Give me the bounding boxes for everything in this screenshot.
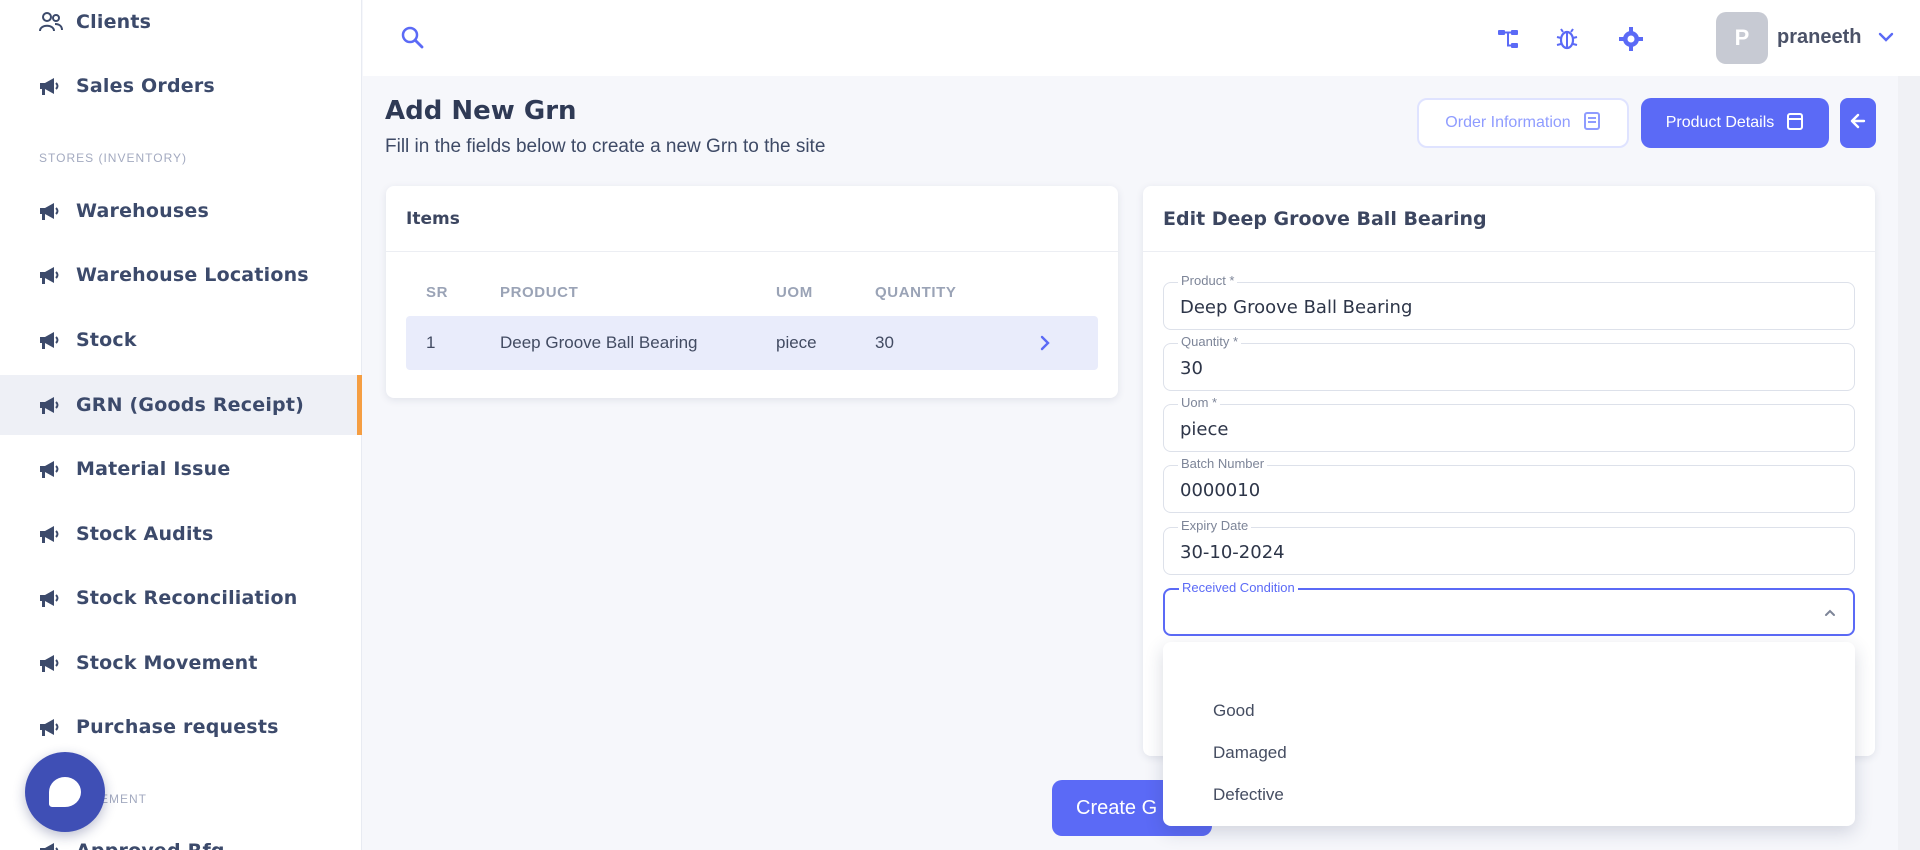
megaphone-icon [38, 329, 64, 351]
column-header-product: PRODUCT [500, 284, 579, 301]
received-condition-dropdown: Good Damaged Defective [1163, 642, 1855, 826]
back-button[interactable] [1840, 98, 1876, 148]
product-field-value: Deep Groove Ball Bearing [1180, 297, 1413, 318]
cell-uom: piece [776, 333, 817, 352]
gear-icon[interactable] [1614, 22, 1648, 56]
scrollbar[interactable] [1898, 76, 1920, 850]
chat-icon [49, 777, 81, 807]
megaphone-icon [38, 200, 64, 222]
order-information-label: Order Information [1445, 114, 1571, 131]
username[interactable]: praneeth [1777, 26, 1861, 49]
megaphone-icon [38, 458, 64, 480]
uom-field-value: piece [1180, 419, 1229, 440]
megaphone-icon [38, 394, 64, 416]
chat-launcher-button[interactable] [25, 752, 105, 832]
cell-product: Deep Groove Ball Bearing [500, 333, 698, 352]
expiry-date-field[interactable]: Expiry Date 30-10-2024 [1163, 518, 1855, 575]
sidebar-item-label: Clients [76, 11, 152, 33]
sidebar-item-sales-orders[interactable]: Sales Orders [0, 57, 362, 115]
sidebar-item-label: Material Issue [76, 458, 231, 480]
sidebar-item-clients[interactable]: Clients [0, 0, 362, 51]
sidebar-item-stock[interactable]: Stock [0, 311, 362, 369]
megaphone-icon [38, 652, 64, 674]
product-details-label: Product Details [1665, 114, 1775, 131]
sidebar-item-label: Stock Audits [76, 523, 214, 545]
sidebar-item-purchase-requests[interactable]: Purchase requests [0, 698, 362, 756]
expiry-date-field-label: Expiry Date [1178, 518, 1252, 533]
quantity-field-value: 30 [1180, 358, 1203, 379]
topbar: P praneeth [363, 0, 1920, 76]
dropdown-option-defective[interactable]: Defective [1163, 774, 1855, 816]
product-field[interactable]: Product * Deep Groove Ball Bearing [1163, 273, 1855, 330]
cell-sr: 1 [426, 333, 436, 352]
receipt-icon [1583, 111, 1601, 136]
network-icon[interactable] [1491, 22, 1525, 56]
sidebar-item-stock-movement[interactable]: Stock Movement [0, 634, 362, 692]
megaphone-icon [38, 587, 64, 609]
quantity-field[interactable]: Quantity * 30 [1163, 334, 1855, 391]
order-information-button[interactable]: Order Information [1417, 98, 1629, 148]
items-card: Items SR PRODUCT UOM QUANTITY 1 Deep Gro… [386, 186, 1118, 398]
sidebar-item-warehouses[interactable]: Warehouses [0, 182, 362, 240]
sidebar-item-grn[interactable]: GRN (Goods Receipt) [0, 375, 362, 435]
users-icon [38, 11, 64, 33]
sidebar-item-label: Approved Rfq [76, 840, 225, 850]
column-header-sr: SR [426, 284, 449, 301]
sidebar-item-material-issue[interactable]: Material Issue [0, 440, 362, 498]
sidebar-item-stock-audits[interactable]: Stock Audits [0, 505, 362, 563]
sidebar-item-label: Purchase requests [76, 716, 279, 738]
megaphone-icon [38, 264, 64, 286]
product-field-label: Product * [1178, 273, 1238, 288]
chevron-up-icon[interactable] [1821, 604, 1839, 622]
chevron-down-icon[interactable] [1875, 26, 1897, 48]
edit-card-title: Edit Deep Groove Ball Bearing [1143, 186, 1875, 252]
sidebar-section-stores: STORES (INVENTORY) [39, 151, 188, 165]
received-condition-select[interactable]: Received Condition [1163, 580, 1855, 636]
sidebar-item-label: Stock Reconciliation [76, 587, 298, 609]
megaphone-icon [38, 75, 64, 97]
batch-number-field-value: 0000010 [1180, 480, 1261, 501]
sidebar: Clients Sales Orders STORES (INVENTORY) … [0, 0, 362, 850]
table-row[interactable]: 1 Deep Groove Ball Bearing piece 30 [406, 316, 1098, 370]
sidebar-item-label: Warehouse Locations [76, 264, 309, 286]
uom-field-label: Uom * [1178, 395, 1221, 410]
avatar[interactable]: P [1716, 12, 1768, 64]
cell-quantity: 30 [875, 333, 894, 352]
sidebar-item-stock-reconciliation[interactable]: Stock Reconciliation [0, 569, 362, 627]
received-condition-label: Received Condition [1179, 580, 1298, 595]
sidebar-item-warehouse-locations[interactable]: Warehouse Locations [0, 246, 362, 304]
sidebar-item-label: GRN (Goods Receipt) [76, 394, 304, 416]
sidebar-item-label: Sales Orders [76, 75, 215, 97]
column-header-quantity: QUANTITY [875, 284, 957, 301]
megaphone-icon [38, 840, 64, 850]
uom-field[interactable]: Uom * piece [1163, 395, 1855, 452]
calendar-icon [1786, 111, 1804, 136]
column-header-uom: UOM [776, 284, 813, 301]
quantity-field-label: Quantity * [1178, 334, 1242, 349]
search-icon[interactable] [399, 24, 427, 52]
bug-icon[interactable] [1550, 22, 1584, 56]
chevron-right-icon[interactable] [1038, 334, 1052, 357]
sidebar-item-label: Stock Movement [76, 652, 258, 674]
items-card-title: Items [386, 186, 1118, 252]
batch-number-field[interactable]: Batch Number 0000010 [1163, 456, 1855, 513]
page-subtitle: Fill in the fields below to create a new… [385, 136, 826, 157]
dropdown-option-damaged[interactable]: Damaged [1163, 732, 1855, 774]
dropdown-option-good[interactable]: Good [1163, 690, 1855, 732]
megaphone-icon [38, 716, 64, 738]
sidebar-item-label: Warehouses [76, 200, 209, 222]
expiry-date-field-value: 30-10-2024 [1180, 542, 1285, 563]
product-details-button[interactable]: Product Details [1641, 98, 1829, 148]
megaphone-icon [38, 523, 64, 545]
batch-number-field-label: Batch Number [1178, 456, 1268, 471]
sidebar-section-procurement: EMENT [100, 792, 147, 806]
page-title: Add New Grn [385, 96, 577, 126]
sidebar-item-label: Stock [76, 329, 137, 351]
arrow-left-icon [1849, 112, 1867, 135]
